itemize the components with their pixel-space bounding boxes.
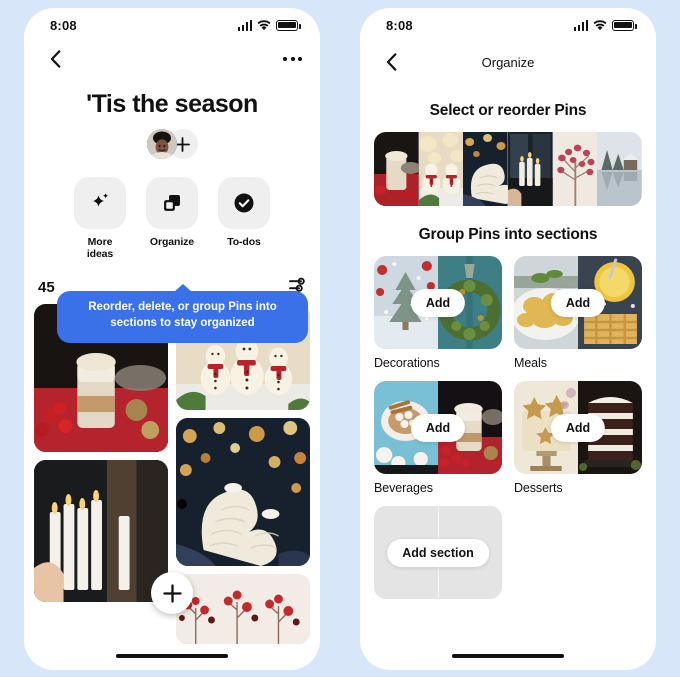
group-sections-heading: Group Pins into sections	[418, 226, 598, 243]
cellular-bars-icon	[237, 19, 252, 31]
sections-grid: Add Decorations Add Meals Add Beverages …	[360, 244, 656, 599]
action-label: Organize	[149, 236, 195, 248]
board-actions-row: More ideas Organize To-dos	[24, 177, 320, 260]
add-to-section-button[interactable]: Add	[410, 413, 466, 442]
battery-full-icon	[612, 19, 637, 31]
section-card-desserts[interactable]: Add Desserts	[514, 381, 642, 495]
pin-white-candles[interactable]	[34, 460, 168, 602]
back-button[interactable]	[378, 49, 404, 75]
thumb-snowy-cabin[interactable]	[597, 132, 642, 206]
left-status-bar: 8:08	[24, 8, 320, 42]
right-phone-organize-screen: 8:08 Organize Select or reorder Pins Gro…	[360, 8, 656, 670]
pin-masonry-grid	[24, 298, 320, 644]
check-circle-icon	[218, 177, 270, 229]
home-indicator	[116, 653, 228, 658]
pin-image	[176, 418, 310, 566]
pin-column-left	[34, 304, 168, 644]
collaborators-row	[24, 129, 320, 159]
home-indicator	[452, 653, 564, 658]
add-section-card[interactable]: Add section	[374, 506, 502, 599]
action-label: To-dos	[227, 236, 261, 248]
status-indicators	[573, 19, 637, 31]
add-to-section-button[interactable]: Add	[410, 288, 466, 317]
action-organize[interactable]: Organize	[146, 177, 198, 260]
add-to-section-button[interactable]: Add	[550, 413, 606, 442]
action-todos[interactable]: To-dos	[218, 177, 270, 260]
pin-image	[34, 460, 168, 602]
status-time: 8:08	[50, 17, 77, 33]
section-name: Beverages	[374, 481, 433, 495]
tooltip-text: Reorder, delete, or group Pins into sect…	[88, 301, 277, 329]
plus-icon	[175, 136, 190, 152]
section-name: Decorations	[374, 356, 440, 370]
sparkle-icon	[74, 177, 126, 229]
section-thumbs: Add	[514, 256, 642, 349]
chevron-left-icon	[386, 53, 396, 71]
organize-squares-icon	[146, 177, 198, 229]
status-time: 8:08	[386, 17, 413, 33]
section-thumbs: Add	[374, 381, 502, 474]
thumb-snowman-eggs[interactable]	[418, 132, 464, 206]
action-label: More ideas	[86, 236, 114, 260]
cellular-bars-icon	[573, 19, 588, 31]
pin-knit-socks-lights[interactable]	[176, 418, 310, 566]
reorder-pins-strip[interactable]	[374, 132, 642, 206]
right-status-bar: 8:08	[360, 8, 656, 42]
action-more-ideas[interactable]: More ideas	[74, 177, 126, 260]
page-title: 'Tis the season	[86, 90, 258, 118]
chevron-left-icon	[50, 50, 60, 68]
pin-red-berries[interactable]	[176, 574, 310, 644]
right-nav-bar: Organize	[360, 42, 656, 82]
add-section-placeholder: Add section	[374, 506, 502, 599]
screen-title: Organize	[481, 54, 535, 70]
thumb-window-candles[interactable]	[508, 132, 553, 206]
select-reorder-heading: Select or reorder Pins	[429, 102, 587, 119]
organize-tooltip[interactable]: Reorder, delete, or group Pins into sect…	[57, 291, 308, 343]
status-indicators	[237, 19, 301, 31]
thumb-knit-socks[interactable]	[463, 132, 516, 206]
left-phone-board-screen: 8:08 'Tis the season More ideas Organize…	[24, 8, 320, 670]
create-pin-button[interactable]	[151, 572, 193, 614]
section-thumbs: Add	[374, 256, 502, 349]
battery-full-icon	[276, 19, 301, 31]
wifi-icon	[257, 19, 271, 31]
add-to-section-button[interactable]: Add	[550, 288, 606, 317]
more-options-icon[interactable]	[283, 57, 302, 61]
section-card-decorations[interactable]: Add Decorations	[374, 256, 502, 370]
add-section-button[interactable]: Add section	[387, 538, 489, 567]
pin-count: 45	[38, 278, 55, 296]
back-button[interactable]	[42, 46, 68, 72]
section-name: Meals	[514, 356, 547, 370]
section-card-meals[interactable]: Add Meals	[514, 256, 642, 370]
left-nav-bar	[24, 42, 320, 76]
section-thumbs: Add	[514, 381, 642, 474]
pin-image	[176, 574, 310, 644]
screenshot-stage: 8:08 'Tis the season More ideas Organize…	[0, 0, 680, 677]
section-name: Desserts	[514, 481, 563, 495]
pin-column-right	[176, 304, 310, 644]
thumb-dessert-jar[interactable]	[374, 132, 421, 206]
section-card-beverages[interactable]: Add Beverages	[374, 381, 502, 495]
avatar[interactable]	[146, 129, 177, 159]
plus-icon	[162, 583, 182, 603]
thumb-berry-branch[interactable]	[552, 132, 598, 206]
wifi-icon	[593, 19, 607, 31]
